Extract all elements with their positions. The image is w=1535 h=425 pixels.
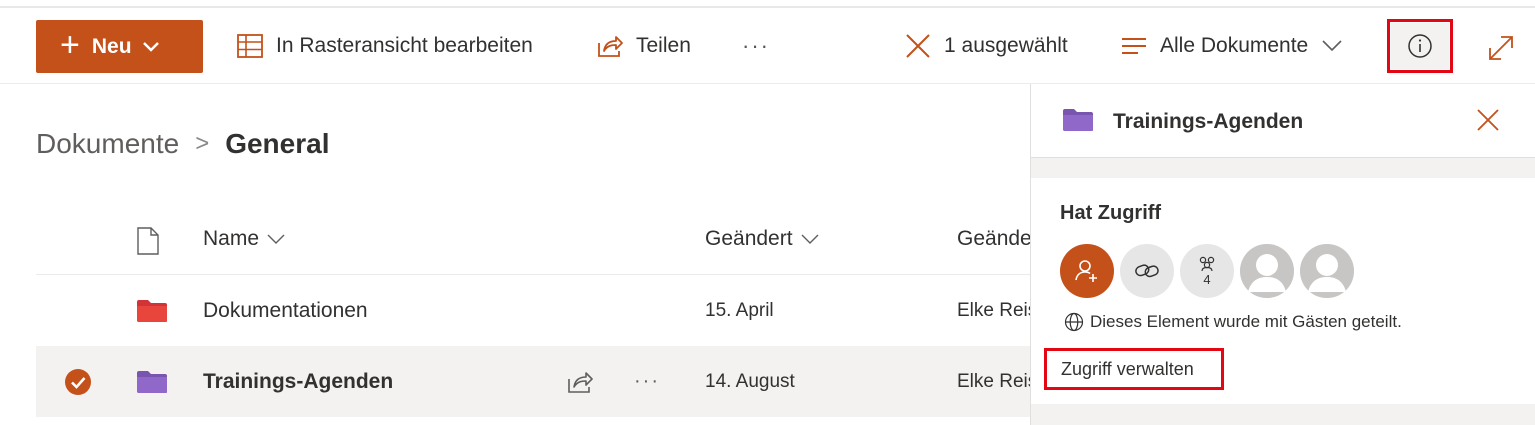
command-bar: + Neu In Rasteransicht bearbeiten Teilen…: [0, 8, 1535, 84]
edit-grid-view-button[interactable]: In Rasteransicht bearbeiten: [236, 30, 533, 62]
row-checkbox[interactable]: [64, 346, 92, 417]
selected-count-label: 1 ausgewählt: [944, 34, 1068, 57]
expand-icon: [1489, 36, 1513, 60]
avatar[interactable]: [1240, 244, 1294, 298]
group-avatar[interactable]: 4: [1180, 244, 1234, 298]
chevron-right-icon: >: [195, 130, 210, 157]
folder-icon: [137, 346, 167, 417]
add-person-button[interactable]: [1060, 244, 1114, 298]
person-icon: [1300, 244, 1354, 298]
list-item[interactable]: Trainings-Agenden ··· 14. August Elke Re…: [36, 346, 1037, 417]
group-member-count: 4: [1203, 272, 1211, 287]
link-icon: [1135, 264, 1159, 278]
list-item-name[interactable]: Trainings-Agenden: [203, 346, 393, 417]
close-icon: [906, 34, 930, 58]
info-pane-button[interactable]: [1387, 19, 1453, 73]
expand-button[interactable]: [1487, 34, 1515, 67]
person-icon: [1240, 244, 1294, 298]
manage-access-label: Zugriff verwalten: [1061, 358, 1194, 379]
folder-icon: [1063, 108, 1093, 137]
access-heading: Hat Zugriff: [1060, 202, 1162, 224]
more-actions-button[interactable]: ···: [742, 30, 770, 62]
breadcrumb: Dokumente > General: [36, 128, 329, 160]
grid-icon: [237, 34, 263, 58]
share-icon: [598, 36, 623, 57]
guest-share-note-text: Dieses Element wurde mit Gästen geteilt.: [1090, 312, 1402, 331]
column-header-modified-label: Geändert: [705, 227, 793, 250]
breadcrumb-current: General: [225, 128, 330, 159]
list-item-modified-by: Elke Reis: [957, 370, 1038, 392]
column-header-name[interactable]: Name: [203, 227, 285, 251]
details-panel-title: Trainings-Agenden: [1113, 110, 1304, 133]
close-icon: [1477, 109, 1499, 131]
sharing-link-avatar[interactable]: [1120, 244, 1174, 298]
share-label: Teilen: [636, 34, 691, 57]
chevron-down-icon: [267, 234, 285, 244]
view-selector-label: Alle Dokumente: [1160, 34, 1309, 57]
list-item-modified: 14. August: [705, 370, 795, 392]
info-icon: [1408, 34, 1432, 58]
row-actions: ···: [566, 346, 660, 417]
file-type-column-header[interactable]: [136, 227, 160, 255]
manage-access-link[interactable]: Zugriff verwalten: [1044, 348, 1224, 390]
close-panel-button[interactable]: [1476, 108, 1500, 137]
guest-share-note: Dieses Element wurde mit Gästen geteilt.: [1064, 312, 1402, 332]
group-icon: [1199, 256, 1215, 272]
edit-grid-view-label: In Rasteransicht bearbeiten: [276, 34, 533, 57]
ellipsis-icon: ···: [742, 33, 770, 58]
globe-icon: [1064, 312, 1084, 332]
info-button-surface: [1391, 23, 1449, 69]
view-selector[interactable]: Alle Dokumente: [1120, 30, 1342, 62]
column-header-modified[interactable]: Geändert: [705, 227, 819, 251]
details-panel-header: Trainings-Agenden: [1031, 84, 1535, 158]
share-button[interactable]: Teilen: [596, 30, 691, 62]
breadcrumb-root[interactable]: Dokumente: [36, 128, 179, 160]
chevron-down-icon: [1322, 40, 1342, 52]
avatar[interactable]: [1300, 244, 1354, 298]
ellipsis-icon[interactable]: ···: [634, 370, 660, 393]
list-item-modified: 15. April: [705, 299, 774, 321]
column-header-name-label: Name: [203, 227, 260, 250]
new-button[interactable]: + Neu: [36, 20, 203, 73]
view-list-icon: [1122, 38, 1146, 54]
share-icon[interactable]: [566, 369, 594, 395]
chevron-down-icon: [142, 35, 160, 59]
list-item-name[interactable]: Dokumentationen: [203, 275, 368, 346]
chevron-down-icon: [801, 234, 819, 244]
access-section: Hat Zugriff 4 Dieses Element wurde mit G…: [1031, 178, 1535, 404]
column-header-modified-by-label: Geände: [957, 227, 1032, 250]
list-item-modified-by: Elke Reis: [957, 299, 1038, 321]
list-item[interactable]: Dokumentationen 15. April Elke Reis: [36, 275, 1037, 346]
checkmark-circle-icon: [65, 368, 91, 395]
clear-selection-button[interactable]: 1 ausgewählt: [904, 30, 1068, 62]
details-panel: Trainings-Agenden Hat Zugriff 4 Dieses E…: [1030, 84, 1535, 425]
new-button-label: Neu: [91, 34, 132, 58]
document-list: Name Geändert Geände Dokumentationen 15.…: [36, 205, 1037, 417]
folder-icon: [137, 275, 167, 346]
plus-icon: +: [60, 26, 80, 64]
list-header: Name Geändert Geände: [36, 205, 1032, 275]
add-person-icon: [1075, 260, 1097, 282]
access-avatars: 4: [1060, 244, 1354, 298]
column-header-modified-by[interactable]: Geände: [957, 227, 1032, 251]
document-icon: [137, 227, 159, 255]
